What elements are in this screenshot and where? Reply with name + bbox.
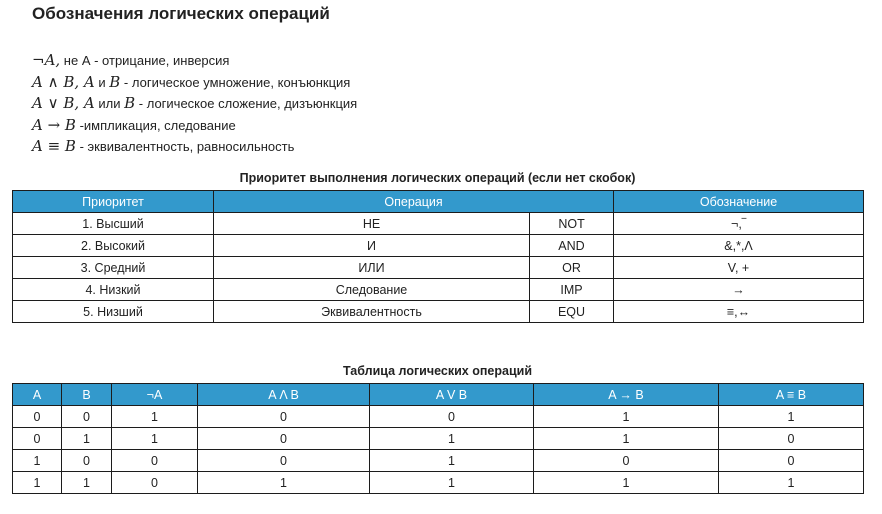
definition-text: - логическое сложение, дизъюнкция (138, 96, 358, 111)
formula: A ≡ B (32, 137, 76, 155)
header-a: A (12, 383, 62, 406)
table-row: 3. Средний ИЛИ OR V, + (12, 256, 865, 279)
table-cell: 0 (12, 427, 62, 450)
table-cell: 0 (197, 405, 370, 428)
definition-text: - эквивалентность, равносильность (79, 139, 295, 154)
table-cell: ¬,‾ (613, 212, 865, 235)
definition-text: -импликация, следование (79, 117, 236, 133)
table-cell: EQU (528, 300, 615, 323)
page-title: Обозначения логических операций (32, 4, 330, 23)
table-cell: НЕ (213, 212, 530, 235)
definition-text: не А - отрицание, инверсия (63, 53, 230, 68)
table-cell: 0 (533, 449, 719, 472)
table-cell: 0 (111, 471, 198, 494)
table-cell: 2. Высокий (12, 234, 214, 257)
table-cell: 0 (369, 405, 534, 428)
table-cell: → (613, 278, 865, 301)
header-notation: Обозначение (613, 190, 865, 213)
definition-implication: A → B -импликация, следование (32, 115, 357, 137)
table-cell: 5. Низший (12, 300, 214, 323)
header-or: A V B (369, 383, 534, 406)
table-cell: 1 (369, 427, 534, 450)
header-and: A Λ B (197, 383, 370, 406)
definition-conjunction-word: или (98, 96, 121, 111)
table-cell: 1 (533, 427, 719, 450)
table-row: 0 0 1 0 0 1 1 (12, 405, 864, 428)
table-row: 2. Высокий И AND &,*,Λ (12, 234, 865, 257)
table-cell: 1 (61, 471, 112, 494)
header-not-a: ¬A (111, 383, 198, 406)
formula: A → B (32, 115, 76, 134)
formula: A ∨ B, A (32, 94, 95, 112)
definition-disjunction: A ∨ B, A или B - логическое сложение, ди… (32, 93, 357, 115)
table-row: 1 1 0 1 1 1 1 (12, 471, 864, 494)
table-row: 1. Высший НЕ NOT ¬,‾ (12, 212, 865, 235)
formula: B (124, 94, 136, 112)
table-cell: 1. Высший (12, 212, 214, 235)
table-cell: 1 (718, 471, 864, 494)
definition-negation: ¬A, не А - отрицание, инверсия (32, 50, 357, 72)
table-cell: &,*,Λ (613, 234, 865, 257)
table-cell: Эквивалентность (213, 300, 530, 323)
table-cell: 1 (197, 471, 370, 494)
table-cell: И (213, 234, 530, 257)
table-cell: Следование (213, 278, 530, 301)
table-cell: ≡,↔ (613, 300, 865, 323)
table-header-row: A B ¬A A Λ B A V B A → B A ≡ B (12, 383, 864, 406)
table-cell: V, + (613, 256, 865, 279)
header-operation: Операция (212, 190, 615, 213)
table-cell: 1 (369, 449, 534, 472)
table-row: 1 0 0 0 1 0 0 (12, 449, 864, 472)
table-cell: 4. Низкий (12, 278, 214, 301)
definitions-list: ¬A, не А - отрицание, инверсия A ∧ B, A … (32, 50, 357, 158)
table-cell: 1 (533, 471, 719, 494)
table-cell: 0 (718, 427, 864, 450)
definition-conjunction-word: и (98, 74, 106, 90)
table-cell: 0 (12, 405, 62, 428)
table-cell: 0 (61, 449, 112, 472)
table-cell: 1 (111, 405, 198, 428)
truth-table-caption: Таблица логических операций (342, 364, 532, 378)
definition-text: - логическое умножение, конъюнкция (123, 74, 351, 90)
formula: B (109, 72, 121, 91)
table-row: 4. Низкий Следование IMP → (12, 278, 865, 301)
table-cell: 3. Средний (12, 256, 214, 279)
table-cell: 0 (111, 449, 198, 472)
header-equivalence: A ≡ B (718, 383, 864, 406)
table-cell: 1 (533, 405, 719, 428)
table-cell: 0 (61, 405, 112, 428)
table-cell: 1 (718, 405, 864, 428)
table-cell: NOT (528, 212, 615, 235)
header-b: B (61, 383, 112, 406)
table-header-row: Приоритет Операция Обозначение (12, 190, 865, 213)
table-cell: 1 (12, 449, 62, 472)
table-cell: 1 (111, 427, 198, 450)
priority-table: Приоритет Операция Обозначение 1. Высший… (12, 190, 865, 323)
table-cell: OR (528, 256, 615, 279)
table-cell: 0 (197, 427, 370, 450)
table-row: 5. Низший Эквивалентность EQU ≡,↔ (12, 300, 865, 323)
table-cell: AND (528, 234, 615, 257)
truth-table: A B ¬A A Λ B A V B A → B A ≡ B 0 0 1 0 0… (12, 383, 864, 494)
priority-table-caption: Приоритет выполнения логических операций… (239, 171, 636, 185)
formula: A ∧ B, A (32, 72, 95, 91)
definition-conjunction: A ∧ B, A и B - логическое умножение, кон… (32, 72, 357, 94)
header-priority: Приоритет (12, 190, 214, 213)
table-cell: IMP (528, 278, 615, 301)
table-cell: 1 (12, 471, 62, 494)
table-cell: 0 (197, 449, 370, 472)
header-implication: A → B (533, 383, 719, 406)
table-cell: 0 (718, 449, 864, 472)
definition-equivalence: A ≡ B - эквивалентность, равносильность (32, 136, 357, 158)
table-row: 0 1 1 0 1 1 0 (12, 427, 864, 450)
table-cell: 1 (61, 427, 112, 450)
formula: ¬A, (32, 51, 61, 69)
table-cell: 1 (369, 471, 534, 494)
table-cell: ИЛИ (213, 256, 530, 279)
